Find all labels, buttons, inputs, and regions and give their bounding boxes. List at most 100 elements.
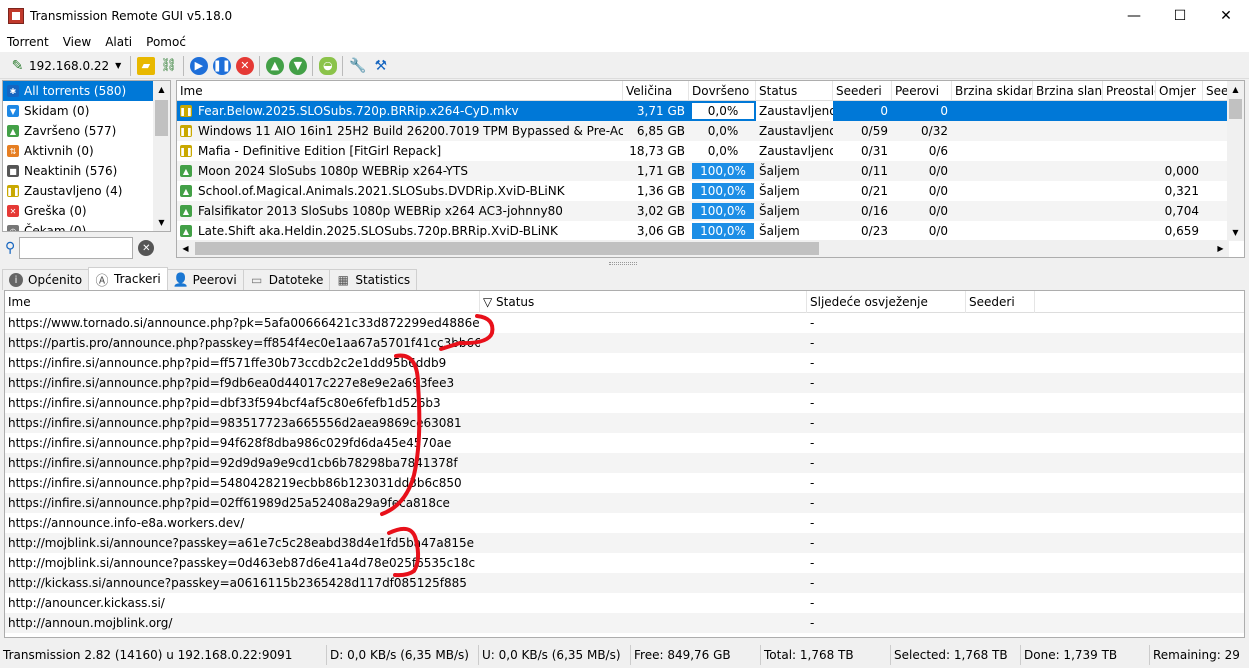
- col-ratio[interactable]: Omjer: [1156, 81, 1203, 100]
- torrent-row[interactable]: ▲ Late.Shift aka.Heldin.2025.SLOSubs.720p…: [177, 221, 1244, 241]
- minimize-button[interactable]: —: [1111, 0, 1157, 32]
- torrent-row[interactable]: ▲ School.of.Magical.Animals.2021.SLOSubs.…: [177, 181, 1244, 201]
- menu-view[interactable]: View: [56, 35, 98, 49]
- col-see[interactable]: See: [1203, 81, 1229, 100]
- progress-bar: 0,0%: [692, 123, 754, 139]
- menu-bar: Torrent View Alati Pomoć: [0, 32, 1249, 52]
- col-seeders[interactable]: Seederi: [833, 81, 892, 100]
- tracker-row[interactable]: https://infire.si/announce.php?pid=ff571…: [5, 353, 1244, 373]
- filter-completed[interactable]: ▲ Završeno (577): [3, 121, 170, 141]
- scroll-down-icon[interactable]: ▼: [153, 214, 170, 231]
- splitter-handle[interactable]: [609, 262, 637, 265]
- col-status[interactable]: Status: [756, 81, 833, 100]
- close-button[interactable]: ✕: [1203, 0, 1249, 32]
- tab-files[interactable]: ▭ Datoteke: [242, 269, 331, 290]
- tracker-row[interactable]: https://infire.si/announce.php?pid=f9db6…: [5, 373, 1244, 393]
- scroll-right-icon[interactable]: ▶: [1212, 240, 1229, 257]
- menu-pomoc[interactable]: Pomoć: [139, 35, 193, 49]
- col-tracker-name[interactable]: Ime: [5, 291, 480, 313]
- menu-torrent[interactable]: Torrent: [0, 35, 56, 49]
- tracker-row[interactable]: http://mojblink.si/announce?passkey=a61e…: [5, 533, 1244, 553]
- filter-inactive[interactable]: ■ Neaktinih (576): [3, 161, 170, 181]
- toolbar-separator: [259, 55, 261, 76]
- col-eta[interactable]: Preostalo: [1103, 81, 1156, 100]
- open-folder-icon[interactable]: ▰: [136, 56, 155, 75]
- filter-active[interactable]: ⇅ Aktivnih (0): [3, 141, 170, 161]
- clear-search-icon[interactable]: ✕: [138, 240, 155, 256]
- scroll-up-icon[interactable]: ▲: [1227, 81, 1244, 98]
- scrollbar-thumb[interactable]: [195, 242, 819, 255]
- tools-icon[interactable]: ⚒: [372, 57, 390, 75]
- search-input[interactable]: [19, 237, 134, 259]
- tracker-row[interactable]: https://infire.si/announce.php?pid=98351…: [5, 413, 1244, 433]
- start-icon[interactable]: ▶: [189, 56, 208, 75]
- tracker-url: http://anouncer.kickass.si/: [8, 596, 165, 610]
- tab-general[interactable]: i Općenito: [2, 269, 90, 290]
- tab-peers[interactable]: 👤 Peerovi: [166, 269, 244, 290]
- tracker-row[interactable]: http://announ.mojblink.org/ -: [5, 613, 1244, 633]
- torrent-row[interactable]: ❚❚ Fear.Below.2025.SLOSubs.720p.BRRip.x26…: [177, 101, 1244, 121]
- tracker-url: https://infire.si/announce.php?pid=54804…: [8, 476, 462, 490]
- col-tracker-seeders[interactable]: Seederi: [966, 291, 1035, 313]
- torrent-eta: [1103, 181, 1156, 201]
- add-link-icon[interactable]: ⛓: [160, 57, 178, 75]
- col-next-update[interactable]: Sljedeće osvježenje: [807, 291, 966, 313]
- scrollbar-thumb[interactable]: [1229, 99, 1242, 119]
- filter-waiting[interactable]: ◷ Čekam (0): [3, 221, 170, 231]
- torrent-hscrollbar[interactable]: ◀ ▶: [177, 240, 1229, 257]
- tracker-row[interactable]: https://infire.si/announce.php?pid=54804…: [5, 473, 1244, 493]
- maximize-button[interactable]: ☐: [1157, 0, 1203, 32]
- torrent-name: Mafia - Definitive Edition [FitGirl Repa…: [198, 144, 442, 158]
- col-name[interactable]: Ime: [177, 81, 623, 100]
- torrent-vscrollbar[interactable]: ▲ ▼: [1227, 81, 1244, 241]
- torrent-row[interactable]: ▲ Moon 2024 SloSubs 1080p WEBRip x264-YTS…: [177, 161, 1244, 181]
- sidebar-scrollbar[interactable]: ▲ ▼: [153, 81, 170, 231]
- col-size[interactable]: Veličina: [623, 81, 689, 100]
- filter-error[interactable]: ✕ Greška (0): [3, 201, 170, 221]
- col-tracker-status[interactable]: ▽ Status: [480, 291, 807, 313]
- move-down-icon[interactable]: ▼: [288, 56, 307, 75]
- tracker-next-update: -: [810, 596, 815, 610]
- tracker-row[interactable]: https://infire.si/announce.php?pid=02ff6…: [5, 493, 1244, 513]
- col-dl-speed[interactable]: Brzina skidanja: [952, 81, 1033, 100]
- remove-icon[interactable]: ✕: [235, 56, 254, 75]
- tracker-row[interactable]: https://infire.si/announce.php?pid=dbf33…: [5, 393, 1244, 413]
- filter-all[interactable]: ✱ All torrents (580): [3, 81, 170, 101]
- torrent-row[interactable]: ❚❚ Mafia - Definitive Edition [FitGirl Re…: [177, 141, 1244, 161]
- tracker-row[interactable]: http://mojblink.si/announce?passkey=0d46…: [5, 553, 1244, 573]
- torrent-row[interactable]: ▲ Falsifikator 2013 SloSubs 1080p WEBRip …: [177, 201, 1244, 221]
- tracker-row[interactable]: http://kickass.si/announce?passkey=a0616…: [5, 573, 1244, 593]
- torrent-ratio: 0,704: [1164, 204, 1199, 218]
- tracker-row[interactable]: https://partis.pro/announce.php?passkey=…: [5, 333, 1244, 353]
- tracker-row[interactable]: https://announce.info-e8a.workers.dev/ -: [5, 513, 1244, 533]
- col-done[interactable]: Dovršeno: [689, 81, 756, 100]
- tracker-status: [480, 353, 807, 373]
- scrollbar-thumb[interactable]: [155, 100, 168, 136]
- torrent-name: Late.Shift aka.Heldin.2025.SLOSubs.720p.…: [198, 224, 558, 238]
- filter-paused[interactable]: ❚❚ Zaustavljeno (4): [3, 181, 170, 201]
- move-up-icon[interactable]: ▲: [265, 56, 284, 75]
- app-icon: [8, 8, 24, 24]
- menu-alati[interactable]: Alati: [98, 35, 139, 49]
- pause-icon[interactable]: ❚❚: [213, 56, 231, 75]
- scroll-left-icon[interactable]: ◀: [177, 240, 194, 257]
- col-ul-speed[interactable]: Brzina slanja: [1033, 81, 1103, 100]
- turtle-icon[interactable]: ◒: [318, 56, 337, 75]
- tracker-row[interactable]: http://anouncer.kickass.si/ -: [5, 593, 1244, 613]
- scroll-up-icon[interactable]: ▲: [153, 81, 170, 98]
- tracker-row[interactable]: https://infire.si/announce.php?pid=92d9d…: [5, 453, 1244, 473]
- tracker-row[interactable]: https://infire.si/announce.php?pid=94f62…: [5, 433, 1244, 453]
- tracker-next-update: -: [810, 496, 815, 510]
- tab-trackers[interactable]: Ⓐ Trackeri: [88, 267, 168, 290]
- wrench-icon[interactable]: 🔧: [349, 57, 367, 75]
- filter-downloading[interactable]: ▼ Skidam (0): [3, 101, 170, 121]
- torrent-progress-cell: 100,0%: [689, 161, 756, 181]
- torrent-seeders: 0: [880, 104, 888, 118]
- filter-label: Zaustavljeno (4): [24, 184, 123, 198]
- torrent-row[interactable]: ❚❚ Windows 11 AIO 16in1 25H2 Build 26200.…: [177, 121, 1244, 141]
- col-peers[interactable]: Peerovi: [892, 81, 952, 100]
- scroll-down-icon[interactable]: ▼: [1227, 224, 1244, 241]
- tab-statistics[interactable]: ▦ Statistics: [329, 269, 418, 290]
- connection-selector[interactable]: ✎ 192.168.0.22 ▼: [6, 57, 122, 75]
- tracker-row[interactable]: https://www.tornado.si/announce.php?pk=5…: [5, 313, 1244, 333]
